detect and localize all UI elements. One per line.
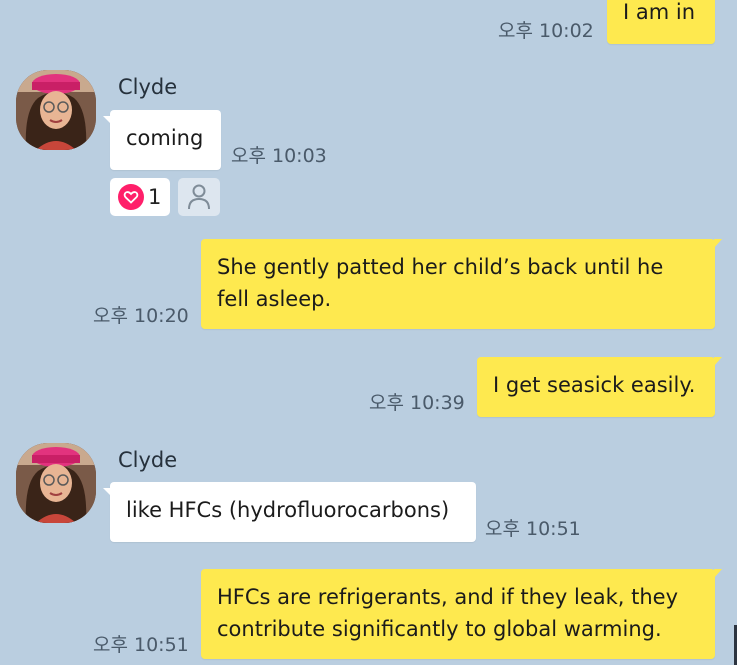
outgoing-message-bubble[interactable]: I get seasick easily. [477,357,722,417]
message-time: 오후 10:03 [231,145,327,167]
sender-name: Clyde [118,75,178,99]
person-icon [188,184,210,210]
message-text: She gently patted her child’s back until… [217,255,664,311]
sender-name: Clyde [118,448,178,472]
message-text: I am in [623,0,696,24]
outgoing-message-bubble[interactable]: HFCs are refrigerants, and if they leak,… [201,569,722,659]
message-time: 오후 10:51 [485,518,581,540]
add-reaction-button[interactable] [178,178,220,216]
incoming-message-bubble[interactable]: coming [103,110,221,170]
message-text: HFCs are refrigerants, and if they leak,… [217,585,679,641]
reaction-count: 1 [148,185,162,209]
outgoing-message-bubble[interactable]: I am in [607,0,715,44]
outgoing-message-bubble[interactable]: She gently patted her child’s back until… [201,239,722,329]
heart-icon [118,184,144,210]
profile-photo [16,443,96,523]
reaction-chip[interactable]: 1 [110,178,170,216]
message-time: 오후 10:02 [498,20,594,42]
message-text: like HFCs (hydrofluorocarbons) [126,498,450,522]
profile-photo [16,70,96,150]
avatar[interactable] [16,443,96,523]
message-time: 오후 10:20 [93,305,189,327]
message-text: I get seasick easily. [493,373,696,397]
message-time: 오후 10:51 [93,634,189,656]
incoming-message-bubble[interactable]: like HFCs (hydrofluorocarbons) [103,482,476,542]
message-time: 오후 10:39 [369,392,465,414]
avatar[interactable] [16,70,96,150]
chat-window: 오후 10:02 I am in Clyde coming 오후 10:03 1… [0,0,737,665]
message-text: coming [126,126,204,150]
